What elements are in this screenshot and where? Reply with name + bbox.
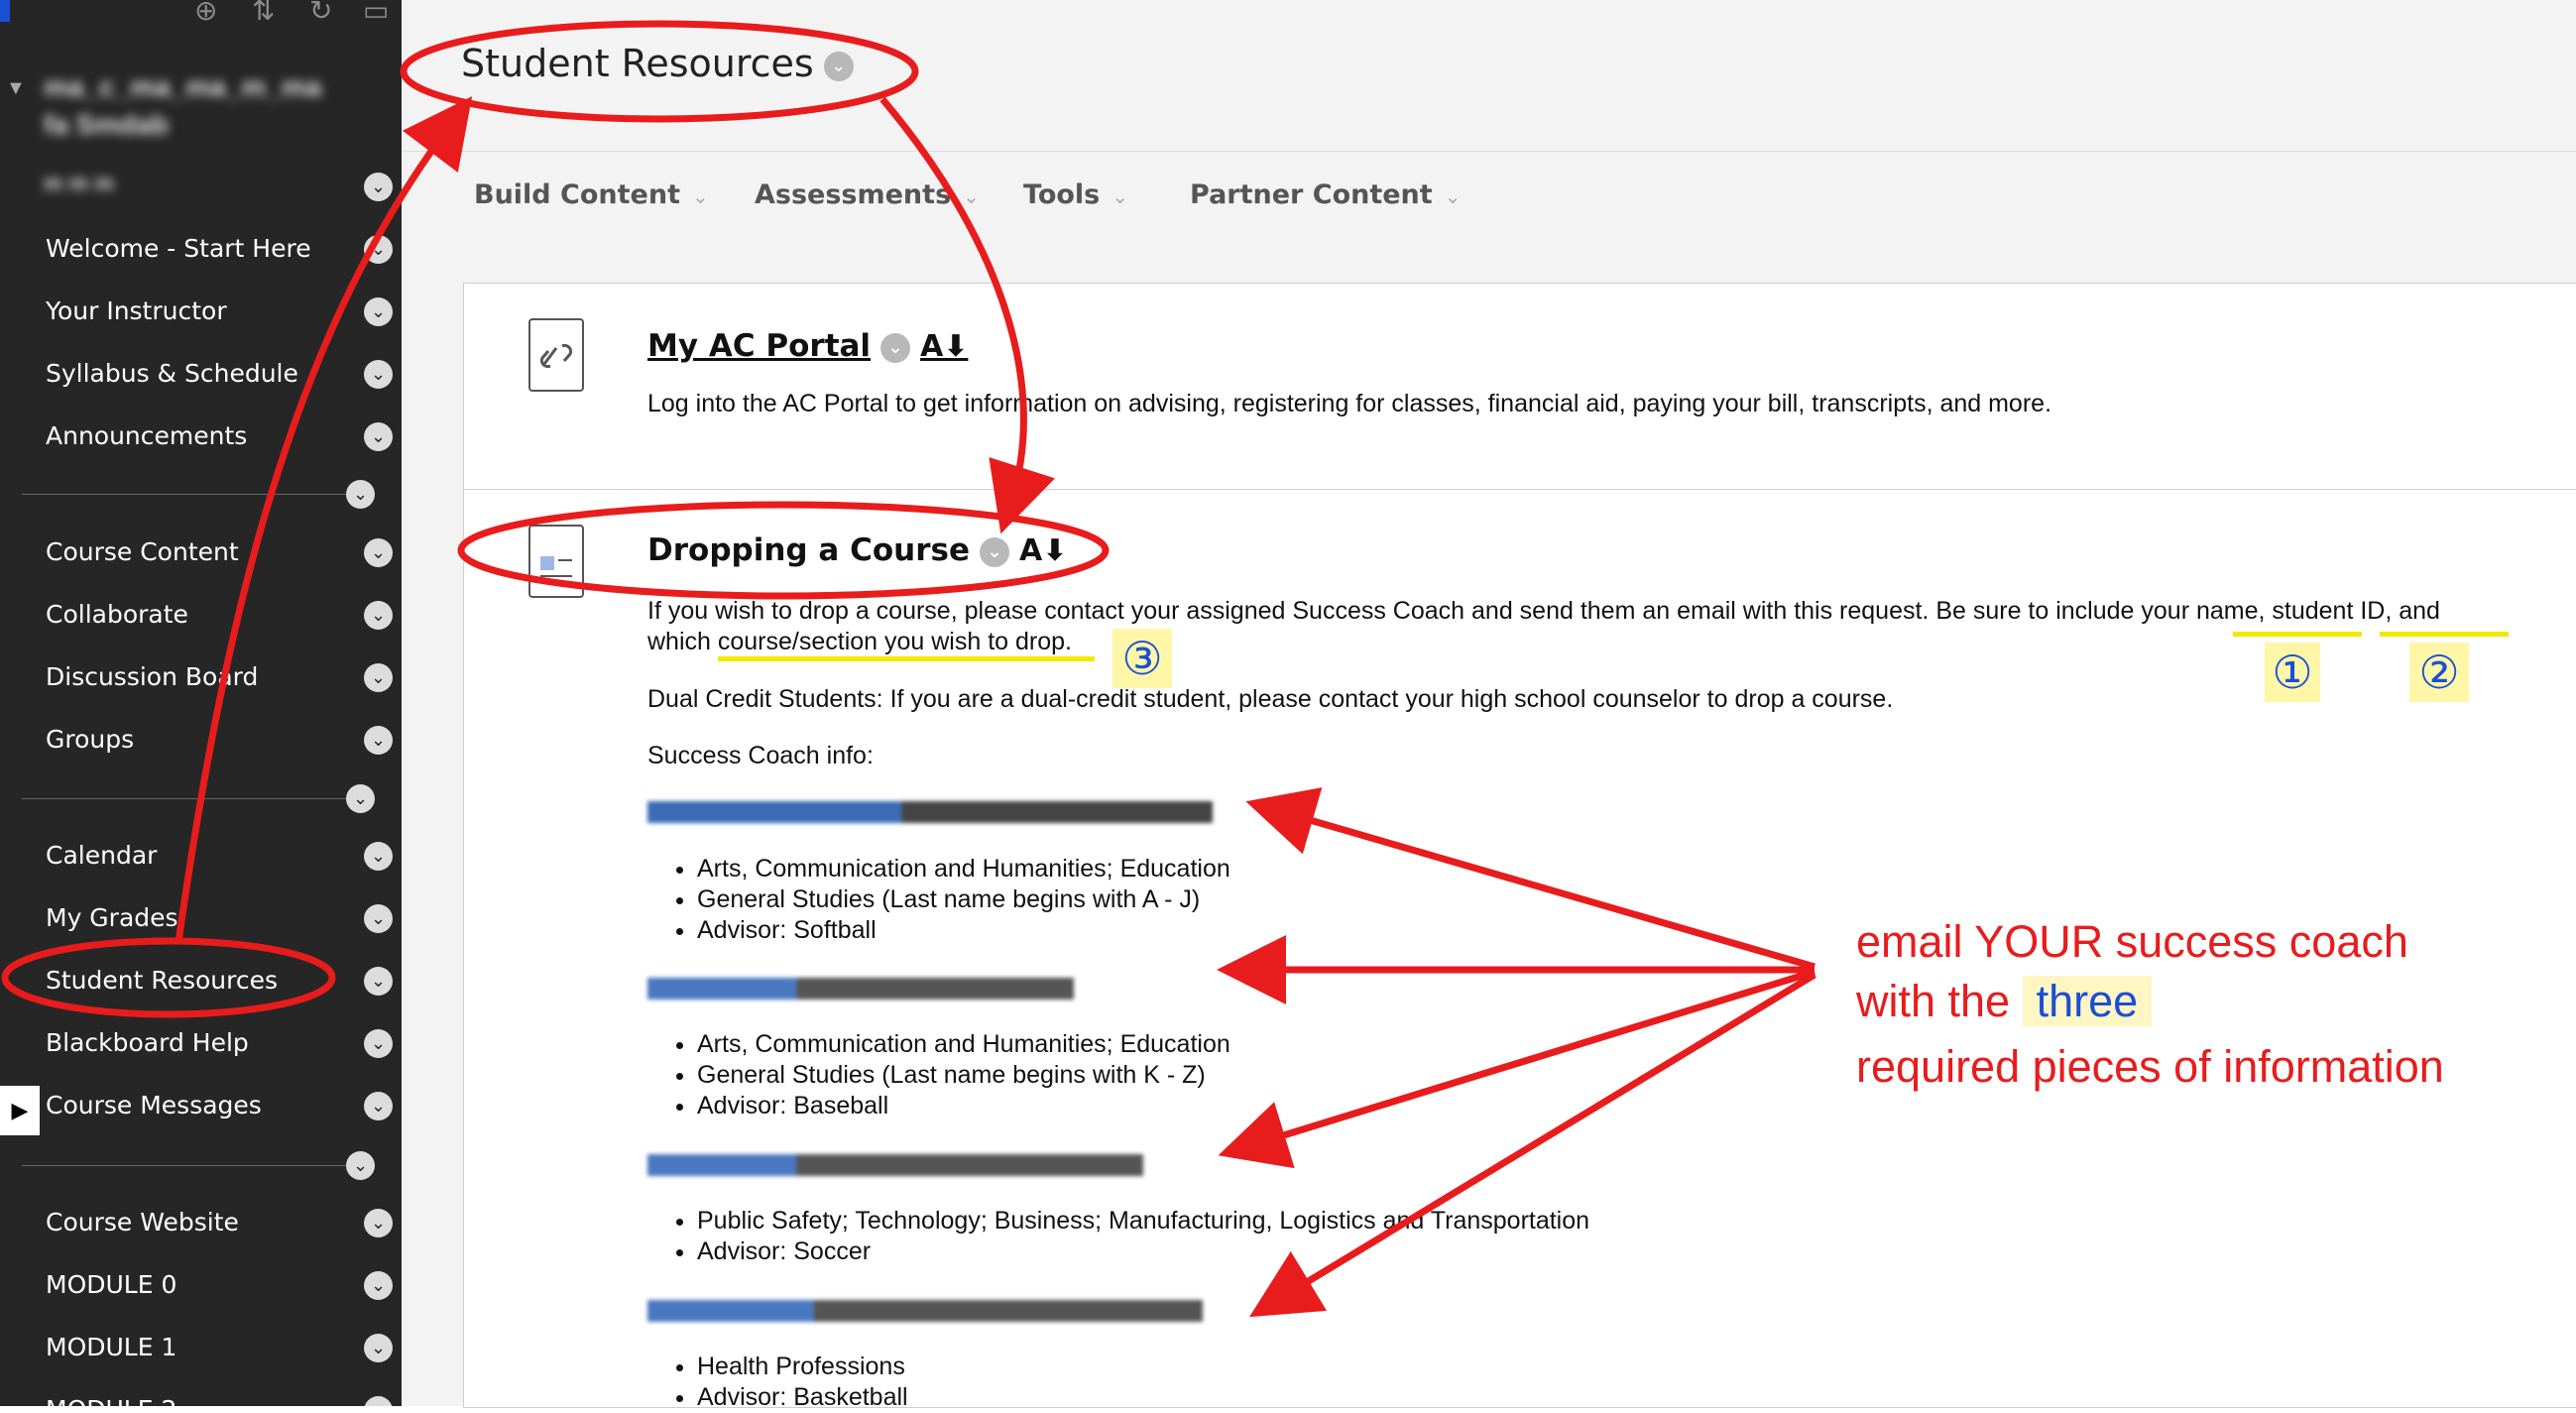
course-sidebar: ⊕ ⇅ ↻ ▭ ▼ ma_c_ma_ma_m_ma fa Smdab m m m… <box>0 0 402 1406</box>
chevron-down-icon[interactable]: ⌄ <box>364 1029 393 1058</box>
chevron-down-icon: ⌄ <box>1444 184 1462 208</box>
highlight-underline <box>2233 632 2362 637</box>
badge-3: ③ <box>1112 629 1172 688</box>
coach-3-details: Public Safety; Technology; Business; Man… <box>647 1206 1589 1267</box>
chevron-down-icon[interactable]: ⌄ <box>364 967 393 996</box>
sidebar-item-module-1[interactable]: MODULE 1 ⌄ <box>46 1323 393 1372</box>
chevron-down-icon[interactable]: ⌄ <box>364 663 393 692</box>
annotation-line3: required pieces of information <box>1856 1041 2444 1092</box>
sidebar-item-student-resources[interactable]: Student Resources ⌄ <box>46 956 393 1005</box>
sidebar-item-welcome[interactable]: Welcome - Start Here ⌄ <box>46 224 393 274</box>
document-icon <box>528 525 584 598</box>
highlight-underline <box>2380 632 2509 637</box>
chevron-down-icon[interactable]: ⌄ <box>880 332 911 363</box>
coach-2-details: Arts, Communication and Humanities; Educ… <box>647 1029 1230 1121</box>
badge-2: ② <box>2409 643 2469 702</box>
refresh-icon[interactable]: ↻ <box>309 0 332 27</box>
course-title-line2[interactable]: fa Smdab <box>44 109 169 141</box>
chevron-down-icon[interactable]: ⌄ <box>364 1396 393 1406</box>
sidebar-item-blackboard-help[interactable]: Blackboard Help ⌄ <box>46 1018 393 1068</box>
page-title: Student Resources ⌄ <box>461 42 854 85</box>
highlight-underline <box>718 656 1095 661</box>
sidebar-divider: ⌄ <box>22 480 375 509</box>
coach-email-link[interactable] <box>647 1154 1143 1176</box>
collapse-sidebar-button[interactable]: ▶ <box>0 1086 40 1135</box>
content-list: My AC Portal ⌄ A⬇ Log into the AC Portal t… <box>463 283 2576 1411</box>
chevron-down-icon[interactable]: ⌄ <box>346 784 375 813</box>
link-icon <box>528 318 584 392</box>
sidebar-divider: ⌄ <box>22 784 375 813</box>
chevron-down-icon[interactable]: ⌄ <box>364 842 393 871</box>
sidebar-item-module-0[interactable]: MODULE 0 ⌄ <box>46 1260 393 1310</box>
annotation-line2: with the three <box>1856 972 2550 1031</box>
reorder-icon[interactable]: ⇅ <box>252 0 275 27</box>
build-content-menu[interactable]: Build Content ⌄ <box>474 179 709 210</box>
sidebar-item-syllabus[interactable]: Syllabus & Schedule ⌄ <box>46 349 393 399</box>
drop-instructions-line2: which course/section you wish to drop. <box>647 628 1072 655</box>
assessments-menu[interactable]: Assessments ⌄ <box>755 179 980 210</box>
chevron-down-icon[interactable]: ⌄ <box>364 601 393 630</box>
success-coach-heading: Success Coach info: <box>647 742 874 769</box>
chevron-down-icon[interactable]: ⌄ <box>346 480 375 509</box>
chevron-down-icon[interactable]: ⌄ <box>346 1151 375 1180</box>
my-ac-portal-link[interactable]: My AC Portal ⌄ A⬇ <box>647 328 968 364</box>
coach-email-link[interactable] <box>647 978 1074 1000</box>
sidebar-accent <box>0 0 10 22</box>
sidebar-item-groups[interactable]: Groups ⌄ <box>46 715 393 765</box>
coach-email-link[interactable] <box>647 801 1213 823</box>
chevron-down-icon[interactable]: ⌄ <box>364 1271 393 1300</box>
dual-credit-note: Dual Credit Students: If you are a dual-… <box>647 685 1894 713</box>
chevron-down-icon[interactable]: ⌄ <box>364 297 393 326</box>
sidebar-item-collaborate[interactable]: Collaborate ⌄ <box>46 590 393 640</box>
sidebar-item-module-2[interactable]: MODULE 2⌄ <box>46 1385 393 1406</box>
annotation-line1: email YOUR success coach <box>1856 916 2408 967</box>
sidebar-item-course-website[interactable]: Course Website ⌄ <box>46 1198 393 1247</box>
text-sort-icon[interactable]: A⬇ <box>1019 533 1067 568</box>
drop-instructions-line1: If you wish to drop a course, please con… <box>647 597 2440 625</box>
sidebar-item-your-instructor[interactable]: Your Instructor ⌄ <box>46 287 393 336</box>
course-subtitle-chevron[interactable]: ⌄ <box>317 162 393 211</box>
chevron-down-icon[interactable]: ⌄ <box>364 726 393 755</box>
expand-course-icon[interactable]: ▼ <box>6 77 26 100</box>
course-title-line1[interactable]: ma_c_ma_ma_m_ma <box>44 71 321 103</box>
chevron-down-icon: ⌄ <box>691 184 709 208</box>
sidebar-item-discussion-board[interactable]: Discussion Board ⌄ <box>46 652 393 702</box>
chevron-down-icon[interactable]: ⌄ <box>364 538 393 567</box>
sidebar-item-my-grades[interactable]: My Grades ⌄ <box>46 893 393 943</box>
add-menu-item-icon[interactable]: ⊕ <box>194 0 217 27</box>
chevron-down-icon[interactable]: ⌄ <box>364 422 393 451</box>
chevron-down-icon[interactable]: ⌄ <box>364 1209 393 1237</box>
main-content-area: Student Resources ⌄ Build Content ⌄ Assess… <box>402 0 2576 1411</box>
chevron-down-icon[interactable]: ⌄ <box>364 904 393 933</box>
chevron-down-icon: ⌄ <box>963 184 980 208</box>
item-divider <box>464 489 2576 490</box>
dropping-a-course-title[interactable]: Dropping a Course ⌄ A⬇ <box>647 532 1067 568</box>
sidebar-item-course-content[interactable]: Course Content ⌄ <box>46 528 393 577</box>
page-header: Student Resources ⌄ <box>402 0 2576 152</box>
chevron-down-icon[interactable]: ⌄ <box>364 235 393 264</box>
chevron-down-icon[interactable]: ⌄ <box>979 536 1009 567</box>
chevron-down-icon[interactable]: ⌄ <box>364 360 393 389</box>
coach-email-link[interactable] <box>647 1300 1203 1322</box>
chevron-down-icon: ⌄ <box>1112 184 1129 208</box>
portal-description: Log into the AC Portal to get informatio… <box>647 390 2052 417</box>
sidebar-item-announcements[interactable]: Announcements ⌄ <box>46 412 393 461</box>
chevron-down-icon[interactable]: ⌄ <box>364 1092 393 1120</box>
coach-4-details: Health Professions Advisor: Basketball <box>647 1352 908 1413</box>
badge-1: ① <box>2265 643 2320 702</box>
course-subtitle: m m m <box>44 171 114 195</box>
sidebar-item-course-messages[interactable]: Course Messages ⌄ <box>46 1081 393 1130</box>
partner-content-menu[interactable]: Partner Content ⌄ <box>1190 179 1461 210</box>
annotation-three: three <box>2022 976 2153 1026</box>
sidebar-item-calendar[interactable]: Calendar ⌄ <box>46 831 393 881</box>
tools-menu[interactable]: Tools ⌄ <box>1023 179 1128 210</box>
chevron-down-icon[interactable]: ⌄ <box>823 51 854 81</box>
sidebar-divider: ⌄ <box>22 1151 375 1180</box>
window-icon[interactable]: ▭ <box>363 0 389 27</box>
action-bar: Build Content ⌄ Assessments ⌄ Tools ⌄ Partn… <box>402 152 2576 241</box>
chevron-down-icon[interactable]: ⌄ <box>364 1334 393 1362</box>
text-sort-icon[interactable]: A⬇ <box>920 329 968 364</box>
coach-1-details: Arts, Communication and Humanities; Educ… <box>647 854 1230 946</box>
annotation-callout: email YOUR success coach with the three … <box>1856 912 2550 1097</box>
